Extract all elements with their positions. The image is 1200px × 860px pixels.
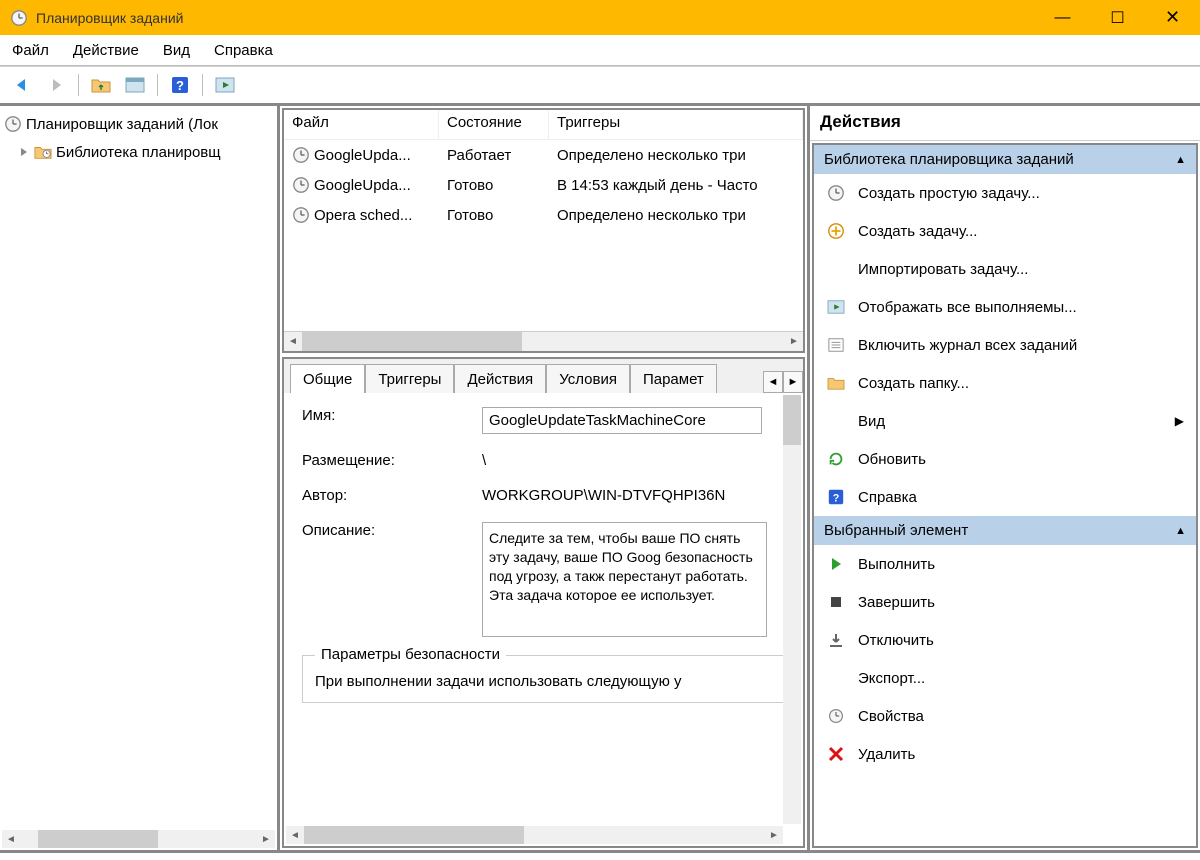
tab-scroll-left[interactable]: ◄ (763, 371, 783, 393)
tab-scroll-right[interactable]: ► (783, 371, 803, 393)
col-state[interactable]: Состояние (439, 110, 549, 139)
delete-icon (826, 744, 846, 764)
label-location: Размещение: (302, 452, 482, 469)
col-triggers[interactable]: Триггеры (549, 110, 803, 139)
folder-icon (826, 373, 846, 393)
titlebar: Планировщик заданий — ☐ ✕ (0, 0, 1200, 35)
stop-icon (826, 592, 846, 612)
tree-root[interactable]: Планировщик заданий (Лок (4, 110, 273, 138)
description-box[interactable]: Следите за тем, чтобы ваше ПО снять эту … (482, 522, 767, 637)
panel-icon[interactable] (121, 71, 149, 99)
value-author: WORKGROUP\WIN-DTVFQHPI36N (482, 487, 785, 504)
minimize-button[interactable]: — (1035, 0, 1090, 35)
label-description: Описание: (302, 522, 482, 539)
maximize-button[interactable]: ☐ (1090, 0, 1145, 35)
actions-pane: Действия Библиотека планировщика заданий… (810, 106, 1200, 850)
action-create-task[interactable]: Создать задачу... (814, 212, 1196, 250)
action-disable[interactable]: Отключить (814, 621, 1196, 659)
detail-hscrollbar[interactable]: ◄► (286, 826, 783, 844)
folder-clock-icon (34, 143, 52, 161)
col-file[interactable]: Файл (284, 110, 439, 139)
action-refresh[interactable]: Обновить (814, 440, 1196, 478)
tree-pane: Планировщик заданий (Лок Библиотека план… (0, 106, 280, 850)
label-name: Имя: (302, 407, 482, 434)
help-icon: ? (826, 487, 846, 507)
tab-conditions[interactable]: Условия (546, 364, 630, 394)
task-row[interactable]: Opera sched... Готово Определено несколь… (284, 200, 803, 230)
task-row[interactable]: GoogleUpda... Готово В 14:53 каждый день… (284, 170, 803, 200)
detail-tabs: Общие Триггеры Действия Условия Парамет … (284, 359, 803, 393)
chevron-right-icon: ▶ (1175, 414, 1184, 428)
menu-action[interactable]: Действие (73, 42, 139, 59)
action-end[interactable]: Завершить (814, 583, 1196, 621)
actions-header-selected[interactable]: Выбранный элемент▲ (814, 516, 1196, 545)
actions-header-library[interactable]: Библиотека планировщика заданий▲ (814, 145, 1196, 174)
back-button[interactable] (8, 71, 36, 99)
security-line: При выполнении задачи использовать следу… (315, 673, 772, 690)
action-import-task[interactable]: Импортировать задачу... (814, 250, 1196, 288)
tab-triggers[interactable]: Триггеры (365, 364, 454, 394)
new-task-icon (826, 221, 846, 241)
tab-actions[interactable]: Действия (454, 364, 546, 394)
menubar: Файл Действие Вид Справка (0, 35, 1200, 65)
action-export[interactable]: Экспорт... (814, 659, 1196, 697)
action-view-submenu[interactable]: Вид▶ (814, 402, 1196, 440)
task-list: Файл Состояние Триггеры GoogleUpda... Ра… (282, 108, 805, 353)
running-icon (826, 297, 846, 317)
forward-button[interactable] (42, 71, 70, 99)
task-wizard-icon (826, 183, 846, 203)
properties-icon (826, 706, 846, 726)
menu-help[interactable]: Справка (214, 42, 273, 59)
action-show-running[interactable]: Отображать все выполняемы... (814, 288, 1196, 326)
value-location: \ (482, 452, 785, 469)
window-title: Планировщик заданий (36, 10, 1035, 26)
detail-vscrollbar[interactable] (783, 395, 801, 824)
label-author: Автор: (302, 487, 482, 504)
actions-title: Действия (810, 106, 1200, 141)
clock-icon (292, 146, 310, 164)
help-icon[interactable]: ? (166, 71, 194, 99)
history-icon (826, 335, 846, 355)
menu-file[interactable]: Файл (12, 42, 49, 59)
action-run[interactable]: Выполнить (814, 545, 1196, 583)
tree-library[interactable]: Библиотека планировщ (4, 138, 273, 166)
tasklist-hscrollbar[interactable]: ◄► (284, 331, 803, 351)
collapse-icon: ▲ (1175, 525, 1186, 537)
tree-lib-label: Библиотека планировщ (56, 144, 221, 161)
toolbar: ? (0, 67, 1200, 103)
svg-text:?: ? (833, 493, 840, 505)
tree-hscrollbar[interactable]: ◄► (2, 830, 275, 848)
task-row[interactable]: GoogleUpda... Работает Определено нескол… (284, 140, 803, 170)
action-delete[interactable]: Удалить (814, 735, 1196, 773)
app-icon (10, 9, 28, 27)
tab-settings[interactable]: Парамет (630, 364, 717, 394)
security-groupbox: Параметры безопасности При выполнении за… (302, 655, 785, 703)
collapse-icon: ▲ (1175, 154, 1186, 166)
clock-icon (4, 115, 22, 133)
detail-pane: Общие Триггеры Действия Условия Парамет … (282, 357, 805, 848)
folder-up-icon[interactable] (87, 71, 115, 99)
security-title: Параметры безопасности (315, 646, 506, 663)
action-help[interactable]: ?Справка (814, 478, 1196, 516)
clock-icon (292, 176, 310, 194)
action-create-basic-task[interactable]: Создать простую задачу... (814, 174, 1196, 212)
tab-general[interactable]: Общие (290, 364, 365, 394)
play-icon (826, 554, 846, 574)
disable-icon (826, 630, 846, 650)
expand-icon[interactable] (18, 146, 30, 158)
name-field[interactable] (482, 407, 762, 434)
action-enable-history[interactable]: Включить журнал всех заданий (814, 326, 1196, 364)
run-panel-icon[interactable] (211, 71, 239, 99)
refresh-icon (826, 449, 846, 469)
menu-view[interactable]: Вид (163, 42, 190, 59)
import-icon (826, 259, 846, 279)
clock-icon (292, 206, 310, 224)
action-properties[interactable]: Свойства (814, 697, 1196, 735)
close-button[interactable]: ✕ (1145, 0, 1200, 35)
action-new-folder[interactable]: Создать папку... (814, 364, 1196, 402)
tree-root-label: Планировщик заданий (Лок (26, 116, 218, 133)
center-pane: Файл Состояние Триггеры GoogleUpda... Ра… (280, 106, 810, 850)
svg-text:?: ? (176, 78, 184, 93)
